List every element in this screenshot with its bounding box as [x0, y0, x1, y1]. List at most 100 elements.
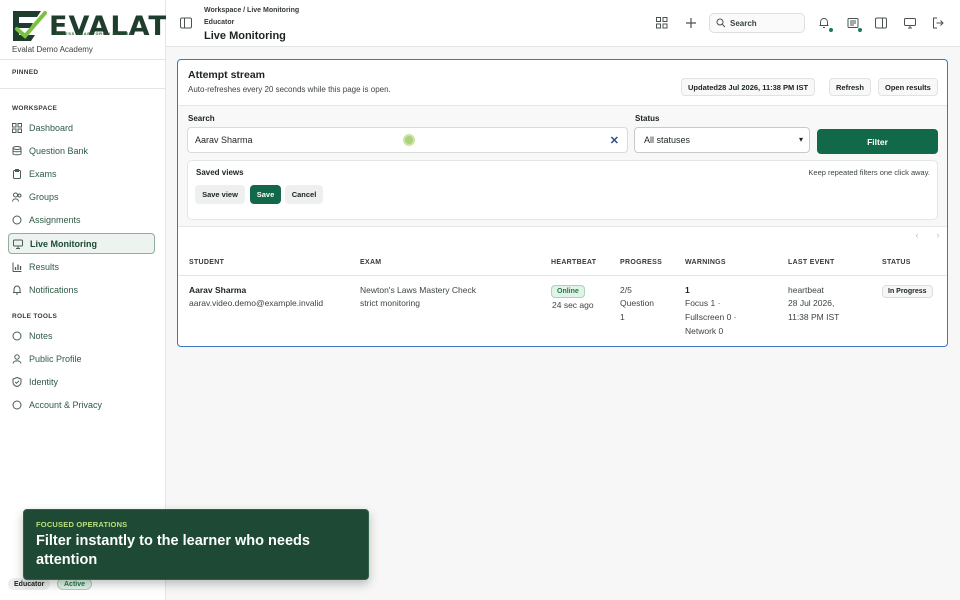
feature-toast: FOCUSED OPERATIONS Filter instantly to t…	[23, 509, 369, 580]
exam-name: Newton's Laws Mastery Check	[360, 285, 476, 295]
warnings-focus: Focus 1 ·	[685, 298, 721, 308]
inbox-icon[interactable]	[846, 16, 863, 33]
workspace-section-label: WORKSPACE	[12, 105, 58, 112]
sidebar-item-live-monitoring[interactable]: Live Monitoring	[8, 233, 155, 254]
saved-views-label: Saved views	[196, 168, 244, 177]
exam-mode: strict monitoring	[360, 298, 420, 308]
database-icon	[12, 145, 22, 156]
table-divider	[178, 275, 947, 276]
scroll-right-icon[interactable]: ›	[929, 227, 947, 243]
circle-icon	[12, 331, 22, 341]
status-badge: In Progress	[882, 285, 933, 298]
student-search-field[interactable]: Aarav Sharma ✕	[187, 127, 628, 153]
sidebar-item-exams[interactable]: Exams	[8, 163, 155, 184]
user-icon	[12, 353, 22, 364]
warnings-fullscreen: Fullscreen 0 ·	[685, 312, 737, 322]
sidebar-item-results[interactable]: Results	[8, 256, 155, 277]
save-button[interactable]: Save	[250, 185, 281, 204]
student-email: aarav.video.demo@example.invalid	[189, 298, 324, 308]
page-title: Live Monitoring	[204, 30, 286, 42]
panel-icon[interactable]	[874, 16, 888, 30]
breadcrumb: Workspace / Live Monitoring	[204, 7, 300, 14]
last-event-date: 28 Jul 2026,	[788, 298, 835, 308]
bar-chart-icon	[12, 262, 22, 272]
column-header-heartbeat: HEARTBEAT	[551, 259, 597, 266]
sidebar-item-label: Live Monitoring	[30, 238, 97, 249]
sidebar-item-dashboard[interactable]: Dashboard	[8, 117, 155, 138]
search-icon	[716, 18, 726, 28]
attempt-stream-card: Attempt stream Auto-refreshes every 20 s…	[177, 59, 948, 347]
student-search-value: Aarav Sharma	[195, 135, 253, 145]
status-select-value: All statuses	[644, 135, 691, 145]
status-field-label: Status	[635, 114, 660, 123]
progress-fraction: 2/5	[620, 285, 632, 295]
search-input[interactable]: Search	[709, 13, 805, 33]
role-tools-section-label: ROLE TOOLS	[12, 313, 58, 320]
chevron-down-icon: ▾	[798, 135, 803, 144]
search-field-label: Search	[188, 114, 215, 123]
progress-question-number: 1	[620, 312, 625, 322]
toast-label: FOCUSED OPERATIONS	[36, 520, 128, 529]
circle-icon	[12, 400, 22, 410]
progress-question-label: Question	[620, 298, 655, 308]
sidebar-divider	[0, 88, 165, 89]
sidebar-item-identity[interactable]: Identity	[8, 371, 155, 392]
monitor-icon	[13, 239, 23, 249]
sidebar-item-account-privacy[interactable]: Account & Privacy	[8, 394, 155, 415]
users-icon	[12, 192, 22, 202]
sidebar-item-notifications[interactable]: Notifications	[8, 279, 155, 300]
sidebar-item-label: Assignments	[29, 214, 81, 225]
filter-panel: Search Aarav Sharma ✕ Status All statuse…	[178, 105, 947, 227]
circle-icon	[12, 215, 22, 225]
dashboard-icon	[12, 122, 22, 133]
sidebar-item-label: Identity	[29, 376, 59, 387]
apps-grid-icon[interactable]	[655, 16, 669, 30]
cursor-highlight	[403, 134, 415, 146]
column-header-status: STATUS	[882, 259, 911, 266]
sidebar-item-label: Account & Privacy	[29, 399, 103, 410]
sidebar-item-assignments[interactable]: Assignments	[8, 209, 155, 230]
last-event-type: heartbeat	[788, 285, 824, 295]
sidebar-item-public-profile[interactable]: Public Profile	[8, 348, 155, 369]
heartbeat-time: 24 sec ago	[552, 300, 594, 310]
logo-tagline: ASSESS SMART GROW FUTURE	[55, 31, 133, 36]
bell-icon[interactable]	[817, 16, 834, 33]
refresh-button[interactable]: Refresh	[829, 78, 871, 96]
clipboard-icon	[12, 168, 22, 179]
plus-icon[interactable]	[684, 16, 698, 30]
toast-text: Filter instantly to the learner who need…	[36, 533, 310, 568]
logout-icon[interactable]	[931, 16, 945, 30]
topbar: Workspace / Live Monitoring Educator Liv…	[166, 0, 960, 47]
saved-views-hint: Keep repeated filters one click away.	[808, 168, 930, 177]
open-results-button[interactable]: Open results	[878, 78, 938, 96]
sidebar-item-label: Notifications	[29, 284, 79, 295]
online-badge: Online	[551, 285, 585, 298]
sidebar-item-groups[interactable]: Groups	[8, 186, 155, 207]
column-header-progress: PROGRESS	[620, 259, 663, 266]
warnings-network: Network 0	[685, 326, 724, 336]
bell-icon	[12, 284, 22, 295]
scroll-left-icon[interactable]: ‹	[908, 227, 926, 243]
sidebar-item-notes[interactable]: Notes	[8, 325, 155, 346]
updated-badge: Updated28 Jul 2026, 11:38 PM IST	[681, 78, 816, 96]
cancel-button[interactable]: Cancel	[285, 185, 323, 204]
sidebar-item-label: Results	[29, 261, 60, 272]
save-view-button[interactable]: Save view	[195, 185, 245, 204]
notification-dot	[828, 27, 834, 33]
sidebar-item-label: Question Bank	[29, 145, 89, 156]
filter-button[interactable]: Filter	[817, 129, 938, 154]
column-header-student: STUDENT	[189, 259, 225, 266]
sidebar-toggle-icon[interactable]	[179, 16, 193, 30]
monitor-icon[interactable]	[903, 16, 917, 30]
header-role: Educator	[204, 19, 235, 26]
clear-search-icon[interactable]: ✕	[610, 134, 619, 147]
logo-icon	[13, 11, 47, 41]
notification-dot	[857, 27, 863, 33]
sidebar-item-label: Groups	[29, 191, 59, 202]
pinned-section-label: PINNED	[12, 69, 39, 76]
status-select[interactable]: All statuses ▾	[634, 127, 810, 153]
sidebar-item-label: Dashboard	[29, 122, 74, 133]
logo[interactable]: EVALAT	[11, 9, 168, 43]
sidebar-item-question-bank[interactable]: Question Bank	[8, 140, 155, 161]
column-header-warnings: WARNINGS	[685, 259, 726, 266]
